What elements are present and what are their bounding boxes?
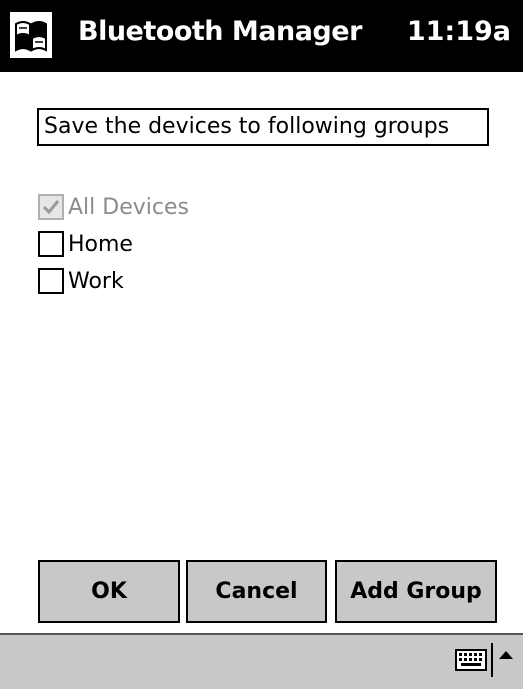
- clock[interactable]: 11:19a: [407, 16, 511, 47]
- keyboard-icon[interactable]: [455, 649, 487, 671]
- all-devices-checkbox: [38, 194, 64, 220]
- add-group-button[interactable]: Add Group: [335, 560, 497, 623]
- checkmark-icon: [42, 200, 60, 215]
- windows-flag-icon[interactable]: [8, 10, 54, 60]
- ok-button[interactable]: OK: [38, 560, 180, 623]
- home-checkbox[interactable]: [38, 231, 64, 257]
- sip-separator: [491, 643, 493, 677]
- app-title: Bluetooth Manager: [78, 16, 362, 47]
- group-item-home[interactable]: Home: [38, 228, 133, 260]
- work-checkbox[interactable]: [38, 268, 64, 294]
- cancel-button[interactable]: Cancel: [186, 560, 327, 623]
- prompt-label: Save the devices to following groups: [37, 108, 489, 146]
- group-item-all-devices: All Devices: [38, 191, 189, 223]
- all-devices-label: All Devices: [68, 194, 189, 220]
- group-item-work[interactable]: Work: [38, 265, 124, 297]
- up-arrow-icon[interactable]: [499, 651, 513, 659]
- menu-bar: [0, 633, 523, 689]
- title-bar: Bluetooth Manager 11:19a: [0, 0, 523, 72]
- work-label[interactable]: Work: [68, 269, 124, 294]
- home-label[interactable]: Home: [68, 232, 133, 257]
